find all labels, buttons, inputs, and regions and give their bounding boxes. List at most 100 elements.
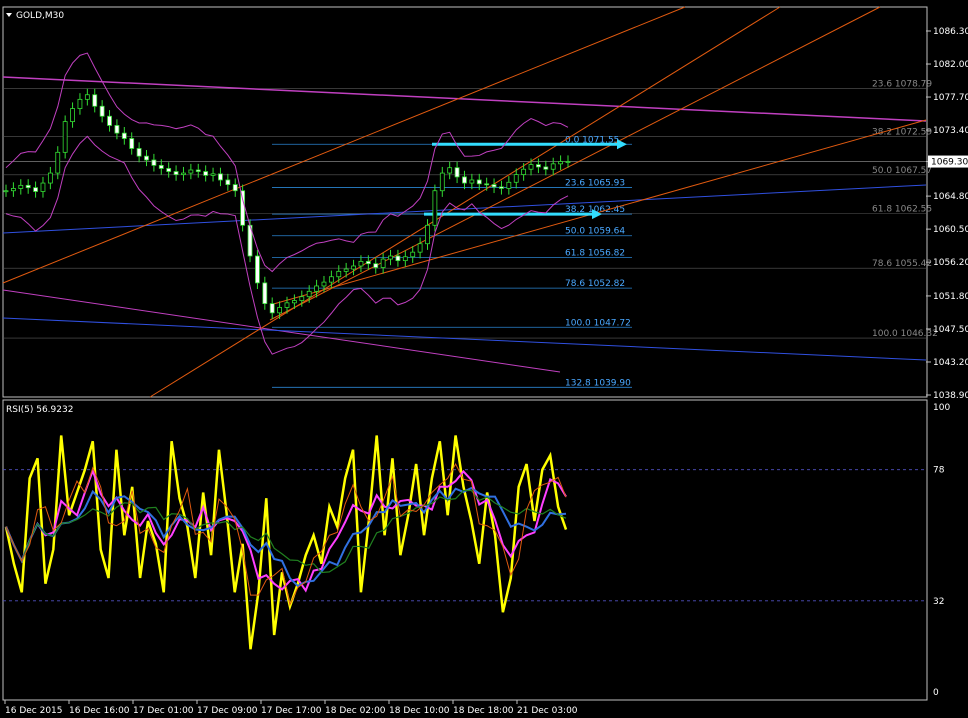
candle-body bbox=[121, 132, 127, 139]
candle-body bbox=[365, 260, 371, 265]
price-tick-label: 1073.40 bbox=[933, 126, 968, 136]
time-tick-label: 16 Dec 2015 bbox=[5, 706, 63, 716]
candle-body bbox=[380, 258, 386, 268]
time-tick-label: 16 Dec 16:00 bbox=[69, 706, 130, 716]
candle-body bbox=[77, 98, 83, 109]
fib-level-label: 100.0 1047.72 bbox=[565, 318, 631, 328]
time-tick-label: 17 Dec 01:00 bbox=[133, 706, 194, 716]
candle-body bbox=[255, 255, 260, 284]
candle-body bbox=[114, 125, 120, 134]
candle-body bbox=[410, 251, 416, 258]
candle-body bbox=[513, 174, 519, 183]
candle-body bbox=[388, 255, 393, 260]
candle-body bbox=[107, 115, 112, 126]
candle-body bbox=[188, 169, 194, 174]
candle-body bbox=[240, 190, 246, 226]
candle-body bbox=[210, 173, 216, 176]
candle-body bbox=[469, 179, 475, 184]
candle-body bbox=[129, 138, 135, 149]
chart-canvas[interactable]: 23.6 1078.7938.2 1072.5950.0 1067.5761.8… bbox=[0, 0, 968, 718]
candle-body bbox=[232, 184, 238, 192]
time-tick-label: 18 Dec 10:00 bbox=[389, 706, 450, 716]
fib-level-label: 78.6 1055.42 bbox=[872, 259, 932, 269]
candle-body bbox=[462, 176, 467, 184]
candle-body bbox=[92, 94, 98, 107]
price-tick-label: 1082.00 bbox=[933, 60, 968, 70]
candle-body bbox=[432, 190, 438, 226]
time-tick-label: 21 Dec 03:00 bbox=[517, 706, 578, 716]
candle-body bbox=[565, 161, 571, 163]
candle-body bbox=[203, 171, 209, 176]
rsi-tick-label: 100 bbox=[933, 403, 950, 413]
candle-body bbox=[521, 168, 527, 176]
candle-body bbox=[447, 167, 453, 174]
fib-level-label: 78.6 1052.82 bbox=[565, 279, 625, 289]
fib-level-label: 61.8 1056.82 bbox=[565, 248, 625, 258]
candle-body bbox=[62, 121, 68, 153]
chart-title: GOLD,M30 bbox=[16, 11, 64, 21]
time-tick-label: 17 Dec 09:00 bbox=[197, 706, 258, 716]
candle-body bbox=[70, 108, 75, 123]
price-tick-label: 1056.20 bbox=[933, 258, 968, 268]
candle-body bbox=[144, 155, 149, 161]
candle-body bbox=[536, 164, 541, 168]
candle-body bbox=[476, 179, 482, 185]
price-tick-label: 1064.80 bbox=[933, 192, 968, 202]
candle-body bbox=[40, 182, 46, 192]
candle-body bbox=[25, 184, 31, 189]
candle-body bbox=[499, 186, 504, 189]
candle-body bbox=[10, 188, 16, 192]
price-tick-label: 1051.80 bbox=[933, 292, 968, 302]
candle-body bbox=[151, 159, 157, 166]
candle-body bbox=[425, 224, 430, 245]
candle-body bbox=[181, 172, 186, 176]
candle-body bbox=[550, 163, 556, 170]
price-tick-label: 1038.90 bbox=[933, 391, 968, 401]
candle-body bbox=[402, 256, 408, 262]
price-tick-label: 1060.50 bbox=[933, 225, 968, 235]
candle-body bbox=[99, 105, 105, 117]
candle-body bbox=[417, 243, 423, 253]
candle-body bbox=[506, 181, 512, 189]
candle-body bbox=[55, 151, 61, 174]
candle-body bbox=[166, 168, 172, 172]
candle-body bbox=[158, 164, 164, 169]
fib-level-label: 23.6 1065.93 bbox=[565, 178, 625, 188]
fib-level-label: 100.0 1046.32 bbox=[872, 329, 938, 339]
candle-body bbox=[306, 290, 312, 298]
price-tick-label: 1047.50 bbox=[933, 325, 968, 335]
candle-body bbox=[314, 285, 319, 292]
candle-body bbox=[277, 307, 283, 314]
price-tick-label: 1077.70 bbox=[933, 93, 968, 103]
candle-body bbox=[328, 276, 334, 283]
rsi-tick-label: 32 bbox=[933, 597, 944, 607]
price-tick-label: 1086.30 bbox=[933, 27, 968, 37]
rsi-title: RSI(5) 56.9232 bbox=[6, 405, 73, 415]
time-tick-label: 18 Dec 02:00 bbox=[325, 706, 386, 716]
candle-body bbox=[284, 302, 290, 308]
candle-body bbox=[454, 167, 460, 178]
candle-body bbox=[299, 296, 305, 301]
candle-body bbox=[395, 255, 401, 262]
candle-body bbox=[262, 282, 268, 305]
candle-body bbox=[136, 148, 142, 157]
fib-level-label: 23.6 1078.79 bbox=[872, 80, 932, 90]
rsi-panel[interactable] bbox=[2, 399, 928, 701]
fib-level-label: 50.0 1059.64 bbox=[565, 227, 625, 237]
candle-body bbox=[47, 172, 53, 184]
candle-body bbox=[528, 164, 534, 170]
candle-body bbox=[195, 169, 201, 172]
fib-level-label: 132.8 1039.90 bbox=[565, 378, 631, 388]
candle-body bbox=[218, 173, 223, 181]
candle-body bbox=[173, 171, 179, 176]
candle-body bbox=[351, 265, 356, 270]
candle-body bbox=[33, 187, 38, 192]
candle-body bbox=[269, 303, 275, 314]
rsi-tick-label: 0 bbox=[933, 688, 939, 698]
candle-body bbox=[84, 94, 90, 100]
candle-body bbox=[225, 179, 231, 185]
candle-body bbox=[321, 281, 327, 287]
candle-body bbox=[484, 183, 490, 186]
fib-level-label: 50.0 1067.57 bbox=[872, 166, 932, 176]
current-price-label: 1069.30 bbox=[931, 158, 968, 168]
